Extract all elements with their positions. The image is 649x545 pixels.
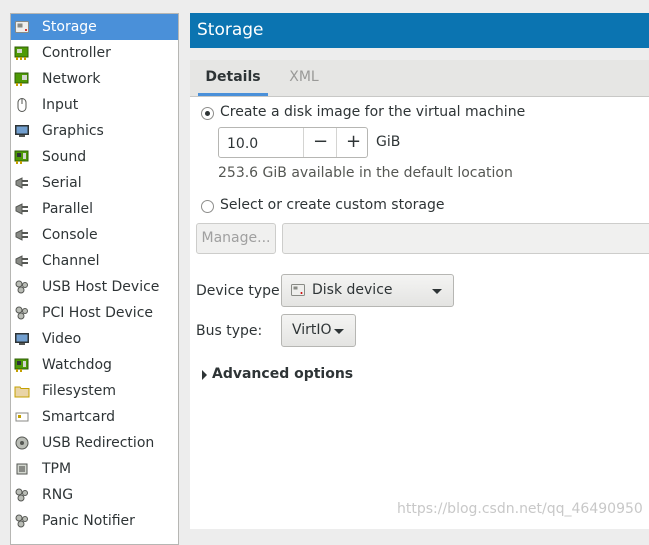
details-panel: Create a disk image for the virtual mach…: [190, 97, 649, 529]
monitor-icon: [15, 125, 29, 137]
sidebar-item-usb-redirection[interactable]: USB Redirection: [11, 430, 178, 456]
console-plug-icon: [15, 229, 28, 241]
custom-storage-label[interactable]: Select or create custom storage: [220, 197, 445, 213]
sidebar-item-graphics[interactable]: Graphics: [11, 118, 178, 144]
sidebar-item-network[interactable]: Network: [11, 66, 178, 92]
mouse-icon: [17, 98, 27, 112]
tab-xml[interactable]: XML: [274, 60, 334, 96]
custom-storage-radio[interactable]: [201, 200, 214, 213]
device-type-label: Device type:: [196, 283, 285, 299]
sidebar-item-label: USB Host Device: [42, 279, 160, 295]
advanced-options-expander[interactable]: Advanced options: [212, 366, 353, 382]
disk-size-spinner: − +: [218, 127, 370, 159]
sidebar-item-label: Storage: [42, 19, 97, 35]
page-header: Storage: [190, 13, 649, 48]
watermark-text: https://blog.csdn.net/qq_46490950: [397, 501, 643, 517]
device-type-value: Disk device: [312, 282, 393, 298]
pci-device-icon: [15, 306, 28, 320]
sidebar-item-label: RNG: [42, 487, 74, 503]
sidebar-item-label: Watchdog: [42, 357, 112, 373]
tab-bar: Details XML: [190, 60, 649, 97]
sidebar-item-label: Network: [42, 71, 101, 87]
page-title: Storage: [197, 20, 264, 40]
sidebar-item-tpm[interactable]: TPM: [11, 456, 178, 482]
watchdog-icon: [14, 358, 29, 372]
chevron-down-icon: [432, 289, 442, 294]
sidebar-item-label: Channel: [42, 253, 100, 269]
sidebar-item-filesystem[interactable]: Filesystem: [11, 378, 178, 404]
device-type-dropdown[interactable]: Disk device: [281, 274, 454, 307]
sidebar-item-channel[interactable]: Channel: [11, 248, 178, 274]
sidebar-item-label: Graphics: [42, 123, 104, 139]
sidebar-item-sound[interactable]: Sound: [11, 144, 178, 170]
usb-redirection-icon: [15, 436, 29, 450]
network-icon: [14, 72, 29, 86]
channel-plug-icon: [15, 255, 28, 267]
usb-device-icon: [15, 280, 28, 294]
sidebar-item-label: TPM: [42, 461, 72, 477]
increase-size-button[interactable]: +: [336, 128, 370, 157]
create-disk-label[interactable]: Create a disk image for the virtual mach…: [220, 104, 525, 120]
sidebar-item-usb-host-device[interactable]: USB Host Device: [11, 274, 178, 300]
bus-type-dropdown[interactable]: VirtIO: [281, 314, 356, 347]
sidebar-item-controller[interactable]: Controller: [11, 40, 178, 66]
serial-plug-icon: [15, 177, 28, 189]
disk-icon: [291, 284, 305, 296]
sidebar-item-smartcard[interactable]: Smartcard: [11, 404, 178, 430]
sidebar-item-storage[interactable]: Storage: [11, 14, 178, 40]
expander-arrow-icon[interactable]: [202, 370, 207, 380]
size-unit-label: GiB: [376, 134, 401, 150]
sidebar-item-pci-host-device[interactable]: PCI Host Device: [11, 300, 178, 326]
decrease-size-button[interactable]: −: [303, 128, 337, 157]
sidebar-item-serial[interactable]: Serial: [11, 170, 178, 196]
sidebar-item-label: Serial: [42, 175, 82, 191]
bus-type-label: Bus type:: [196, 323, 263, 339]
sidebar-item-parallel[interactable]: Parallel: [11, 196, 178, 222]
storage-path-field[interactable]: [282, 223, 649, 254]
sidebar-item-label: PCI Host Device: [42, 305, 154, 321]
sidebar-item-watchdog[interactable]: Watchdog: [11, 352, 178, 378]
smartcard-icon: [15, 412, 29, 422]
available-space-text: 253.6 GiB available in the default locat…: [218, 165, 513, 181]
controller-icon: [14, 46, 29, 60]
rng-icon: [15, 488, 28, 502]
sidebar-item-label: Smartcard: [42, 409, 116, 425]
sidebar-item-video[interactable]: Video: [11, 326, 178, 352]
sidebar-item-label: Parallel: [42, 201, 94, 217]
sidebar-item-label: Panic Notifier: [42, 513, 135, 529]
sidebar-item-label: Sound: [42, 149, 87, 165]
disk-size-input[interactable]: [219, 128, 313, 159]
sidebar-item-rng[interactable]: RNG: [11, 482, 178, 508]
manage-button[interactable]: Manage...: [196, 223, 276, 254]
sidebar-item-input[interactable]: Input: [11, 92, 178, 118]
sidebar-item-label: Input: [42, 97, 79, 113]
sidebar-item-label: Console: [42, 227, 98, 243]
sidebar-item-label: USB Redirection: [42, 435, 155, 451]
sidebar-item-console[interactable]: Console: [11, 222, 178, 248]
sidebar-item-label: Controller: [42, 45, 111, 61]
chevron-down-icon: [334, 329, 344, 334]
panic-notifier-icon: [15, 514, 28, 528]
storage-icon: [15, 21, 29, 33]
tpm-chip-icon: [16, 463, 28, 475]
sound-card-icon: [14, 150, 29, 164]
create-disk-radio[interactable]: [201, 107, 214, 120]
bus-type-value: VirtIO: [292, 322, 332, 338]
parallel-plug-icon: [15, 203, 28, 215]
sidebar-item-panic-notifier[interactable]: Panic Notifier: [11, 508, 178, 534]
sidebar-item-label: Video: [42, 331, 82, 347]
folder-icon: [14, 386, 30, 398]
tab-details[interactable]: Details: [198, 60, 268, 96]
video-monitor-icon: [15, 333, 29, 345]
hardware-list: Storage Controller Network Input Graphics Sou…: [10, 13, 179, 545]
sidebar-item-label: Filesystem: [42, 383, 117, 399]
